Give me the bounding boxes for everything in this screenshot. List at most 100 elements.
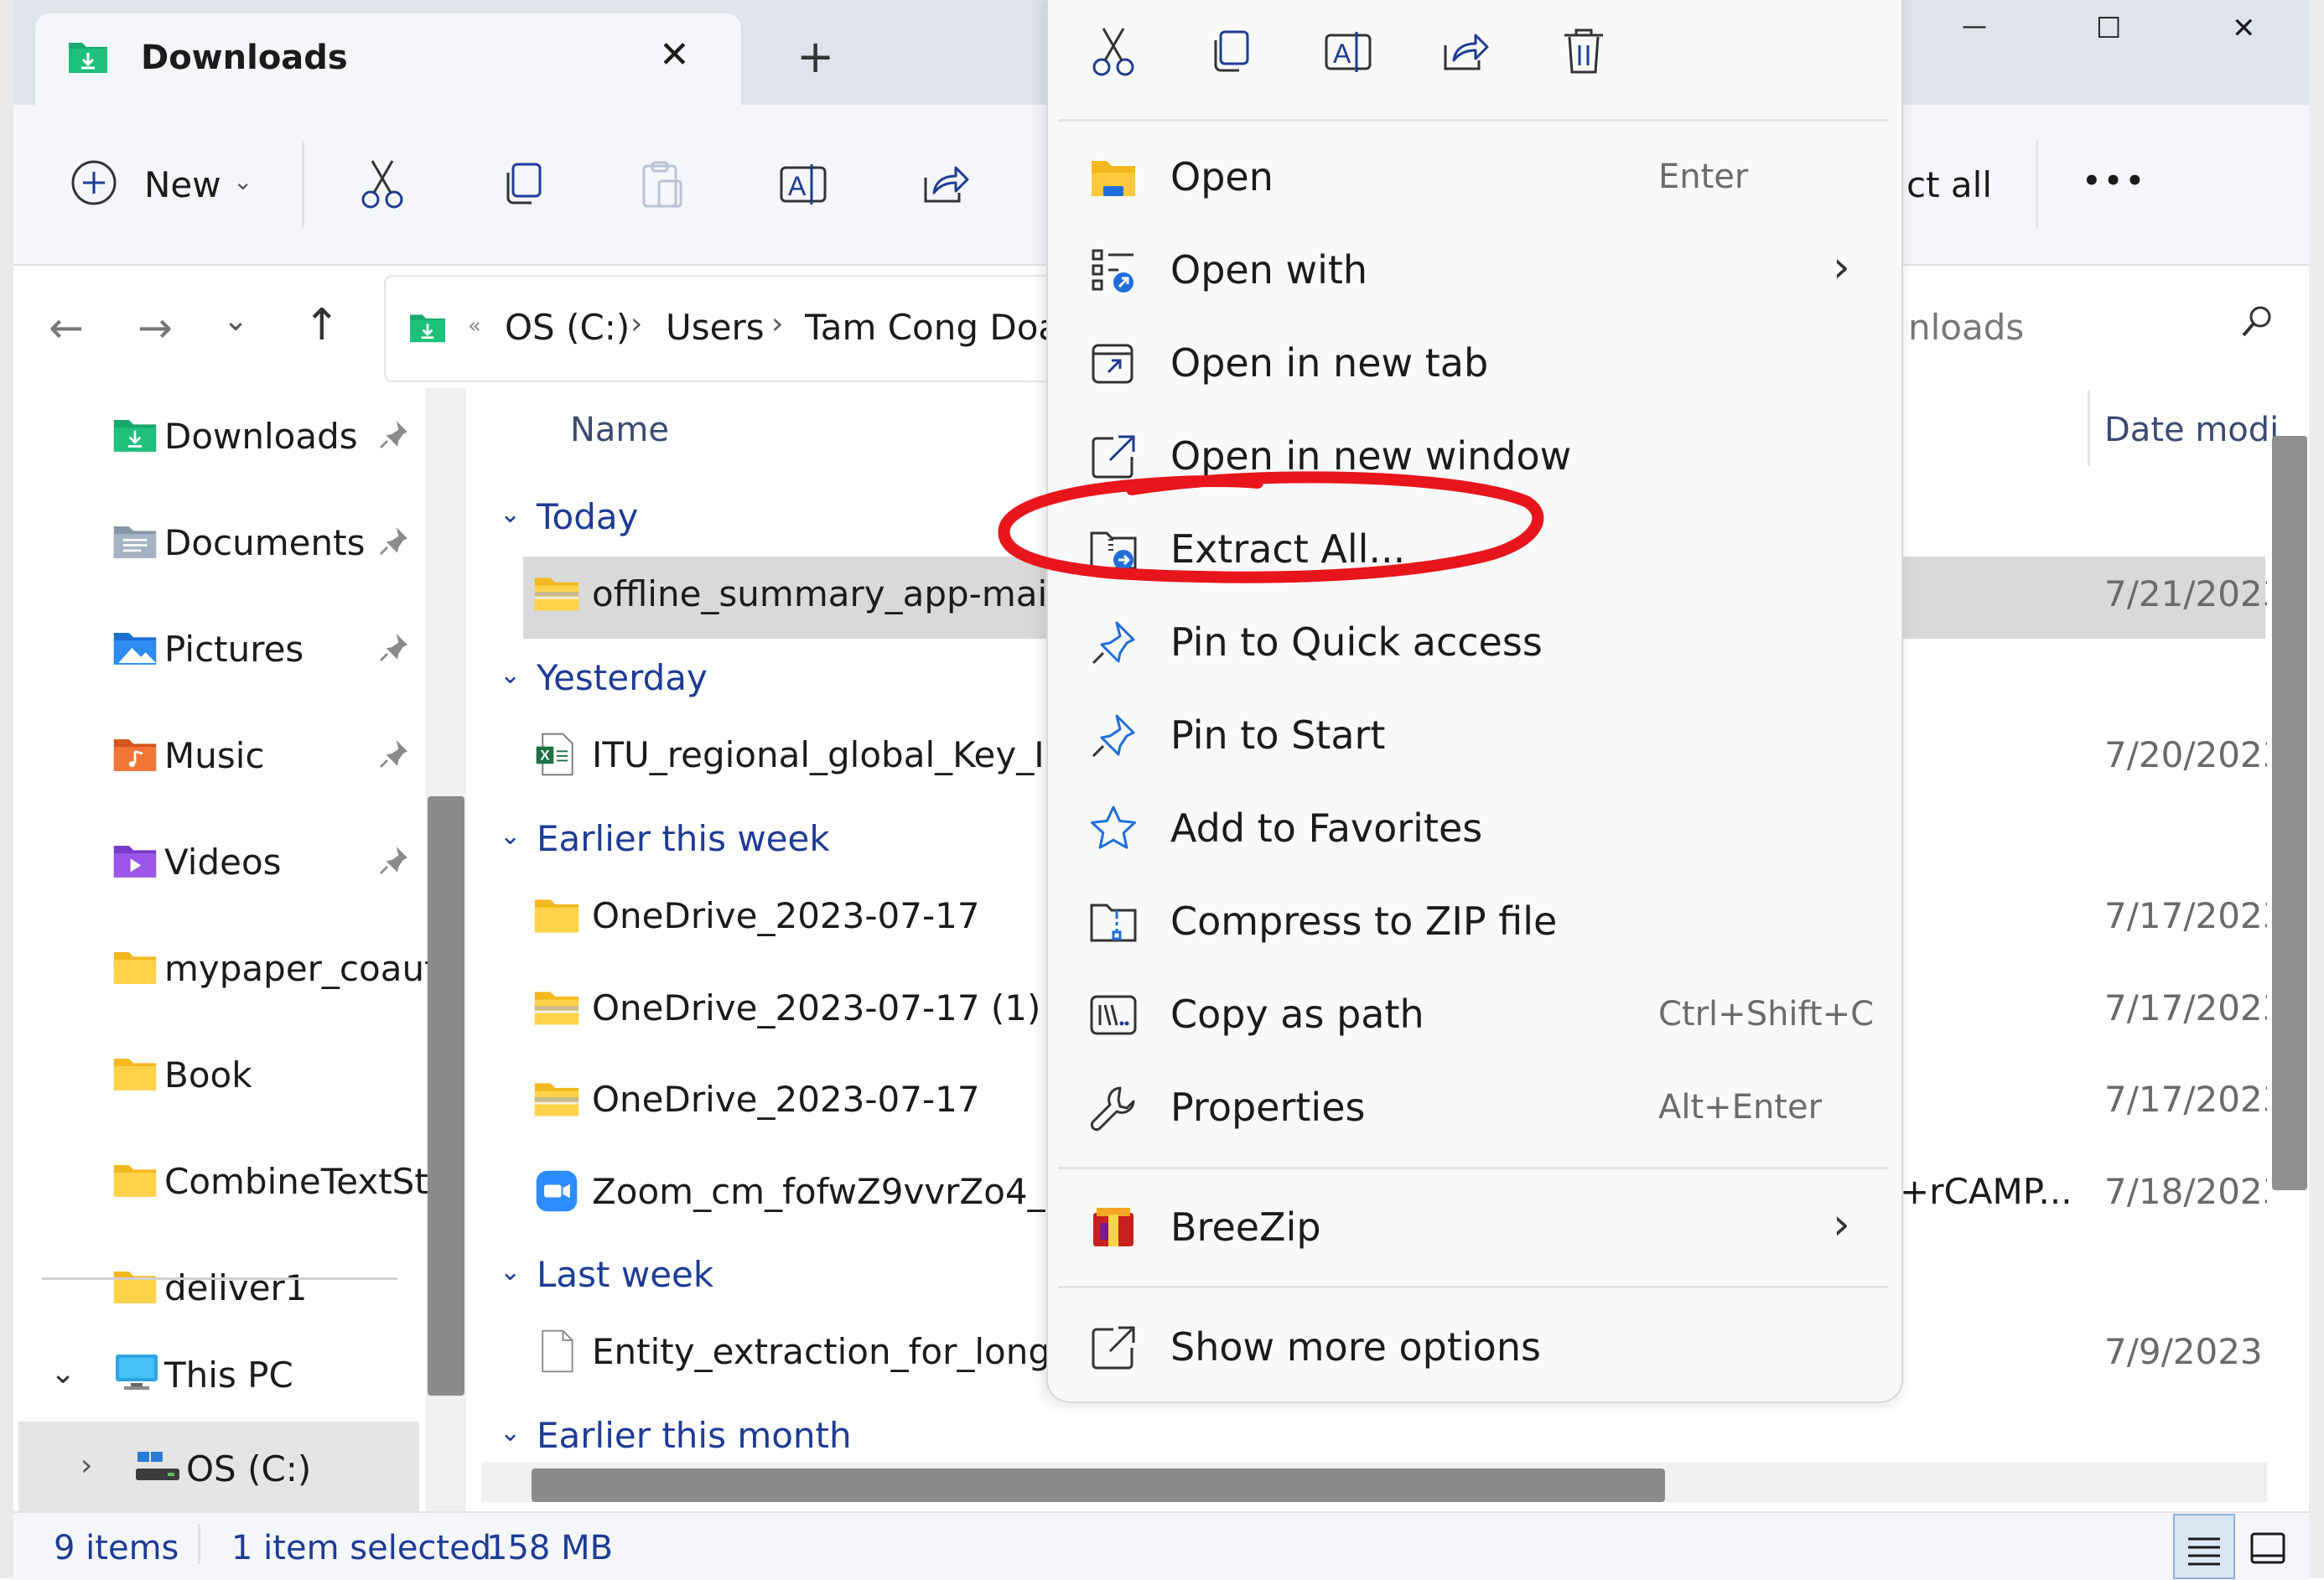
tab-close-button[interactable]: ✕ (659, 34, 690, 76)
list-vertical-scrollbar-thumb[interactable] (2272, 436, 2307, 1190)
breadcrumb-separator: › (630, 307, 643, 341)
recent-locations-chevron-icon[interactable]: ⌄ (223, 303, 248, 338)
new-tab-button[interactable]: + (796, 30, 834, 83)
ctx-cut-button[interactable] (1090, 25, 1137, 79)
ctx-copy-button[interactable] (1209, 28, 1253, 75)
file-row-name[interactable]: OneDrive_2023-07-17 (592, 1079, 980, 1120)
search-input[interactable]: nloads (1908, 307, 2024, 348)
group-collapse-icon[interactable]: ⌄ (500, 500, 521, 529)
copy-icon (1214, 30, 1249, 72)
zip-folder-icon (533, 984, 580, 1031)
pin-icon (1088, 711, 1139, 761)
nav-scrollbar-thumb[interactable] (428, 796, 464, 1396)
ctx-item-label: Open (1170, 154, 1274, 199)
ctx-delete-button[interactable] (1561, 25, 1606, 77)
group-last-week[interactable]: Last week (537, 1254, 713, 1295)
breadcrumb-os-c[interactable]: OS (C:) (505, 307, 630, 348)
nav-item-music[interactable]: Music (34, 715, 428, 799)
file-row-name[interactable]: OneDrive_2023-07-17 (592, 895, 980, 936)
ctx-item-label: Compress to ZIP file (1170, 899, 1558, 944)
nav-item-book[interactable]: Book (34, 1034, 428, 1118)
pinned-icon[interactable] (377, 843, 411, 877)
group-earlier-this-week[interactable]: Earlier this week (537, 818, 830, 859)
nav-item-label: Videos (164, 842, 282, 883)
close-window-button[interactable]: ✕ (2232, 12, 2256, 45)
ctx-separator-2 (1058, 1167, 1888, 1169)
ctx-item-label: Open with (1170, 247, 1368, 293)
file-row-date: 7/17/2023 (2104, 895, 2267, 936)
breadcrumb-user-folder[interactable]: Tam Cong Doan (805, 307, 1048, 348)
nav-this-pc[interactable]: This PC (164, 1355, 293, 1396)
toolbar-divider-2 (2036, 141, 2038, 228)
svg-text:A: A (1333, 39, 1351, 69)
share-button[interactable] (921, 159, 971, 210)
tiles-view-button[interactable] (2244, 1514, 2294, 1576)
nav-item-label: Music (164, 735, 265, 776)
group-collapse-icon[interactable]: ⌄ (500, 821, 521, 851)
wrench-icon (1088, 1083, 1139, 1133)
up-arrow-icon[interactable]: ↑ (303, 300, 340, 350)
breadcrumb-users[interactable]: Users (666, 307, 765, 348)
new-button[interactable] (69, 158, 119, 208)
nav-item-downloads[interactable]: Downloads (34, 396, 428, 479)
file-row-name[interactable]: Entity_extraction_for_long_do (592, 1331, 1112, 1372)
pinned-icon[interactable] (377, 630, 411, 664)
column-header-name[interactable]: Name (570, 411, 669, 449)
pinned-icon[interactable] (377, 737, 411, 770)
paste-button[interactable] (641, 159, 684, 210)
ctx-rename-button[interactable]: A (1323, 27, 1373, 77)
folder-icon (112, 945, 158, 990)
zip-icon (1088, 897, 1139, 947)
group-earlier-this-month[interactable]: Earlier this month (537, 1415, 852, 1456)
list-horizontal-scrollbar-thumb[interactable] (532, 1469, 1665, 1502)
ctx-item-label: Copy as path (1170, 992, 1424, 1037)
nav-os-drive[interactable]: OS (C:) (186, 1448, 311, 1489)
group-today[interactable]: Today (537, 496, 638, 537)
collapse-chevron-icon[interactable]: › (80, 1448, 92, 1483)
nav-item-combinetextstart[interactable]: CombineTextStart (34, 1141, 428, 1225)
group-yesterday[interactable]: Yesterday (537, 657, 708, 698)
extract-all-toolbar-label[interactable]: ct all (1906, 164, 1992, 205)
minimize-button[interactable]: — (1962, 12, 1987, 41)
nav-item-videos[interactable]: Videos (34, 821, 428, 905)
group-collapse-icon[interactable]: ⌄ (500, 1418, 521, 1448)
tab-title: Downloads (141, 39, 348, 77)
back-arrow-icon[interactable]: ← (49, 303, 84, 352)
folder-icon (112, 1264, 158, 1309)
zip-folder-icon (533, 570, 580, 617)
scissors-icon (361, 160, 403, 209)
expand-chevron-icon[interactable]: ⌄ (50, 1356, 75, 1391)
open-with-icon (1088, 246, 1139, 296)
nav-item-pictures[interactable]: Pictures (34, 609, 428, 692)
pinned-icon[interactable] (377, 524, 411, 557)
pinned-icon[interactable] (377, 417, 411, 451)
copy-button[interactable] (501, 161, 545, 208)
nav-item-deliver1[interactable]: deliver1 (34, 1247, 428, 1331)
chevron-right-icon: › (1833, 242, 1850, 293)
nav-item-mypaper-coauthor[interactable]: mypaper_coauthor (34, 928, 428, 1012)
more-options-button[interactable]: ••• (2083, 164, 2147, 198)
group-collapse-icon[interactable]: ⌄ (500, 660, 521, 690)
file-row-name[interactable]: ITU_regional_global_Key_ICT_ (592, 734, 1108, 775)
videos-folder-icon (112, 838, 158, 883)
group-collapse-icon[interactable]: ⌄ (500, 1257, 521, 1287)
file-row-name[interactable]: OneDrive_2023-07-17 (1) (592, 987, 1040, 1028)
drive-icon (134, 1450, 181, 1484)
nav-item-label: Downloads (164, 416, 358, 457)
breadcrumb-overflow[interactable]: « (468, 313, 481, 339)
status-size: 158 MB (486, 1529, 614, 1567)
rename-icon: A (780, 164, 827, 205)
details-view-button[interactable] (2173, 1514, 2235, 1579)
documents-folder-icon (112, 519, 158, 564)
music-folder-icon (112, 732, 158, 777)
ctx-share-button[interactable] (1440, 27, 1491, 77)
search-icon[interactable] (2238, 303, 2275, 340)
scissors-icon (1092, 28, 1134, 76)
maximize-button[interactable]: ☐ (2096, 12, 2121, 45)
cut-button[interactable] (359, 158, 406, 211)
column-header-date[interactable]: Date modi (2104, 411, 2279, 449)
forward-arrow-icon[interactable]: → (137, 303, 173, 352)
pictures-folder-icon (112, 625, 158, 671)
rename-button[interactable]: A (778, 159, 828, 210)
nav-item-documents[interactable]: Documents (34, 502, 428, 586)
